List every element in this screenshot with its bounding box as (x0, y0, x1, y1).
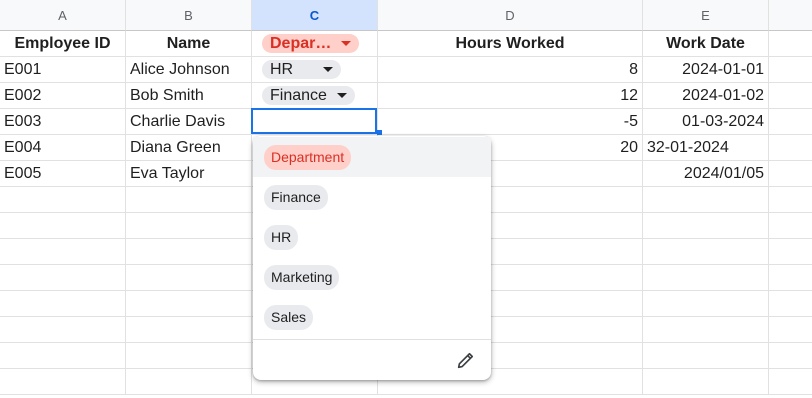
cell-empty[interactable] (769, 31, 812, 57)
active-cell-selection[interactable] (251, 108, 377, 134)
cell-work-date[interactable]: 2024-01-01 (643, 57, 769, 83)
spreadsheet-grid: A B C D E Employee ID Name Depar… Hours … (0, 0, 812, 398)
department-chip[interactable]: HR (262, 60, 342, 79)
cell-employee-id[interactable]: E003 (0, 109, 126, 135)
cell-empty[interactable] (769, 57, 812, 83)
cell-empty[interactable] (0, 213, 126, 239)
pencil-icon[interactable] (455, 349, 477, 371)
cell-empty[interactable] (126, 187, 252, 213)
cell-name[interactable]: Diana Green (126, 135, 252, 161)
cell-empty[interactable] (769, 291, 812, 317)
cell-empty[interactable] (769, 135, 812, 161)
cell-empty[interactable] (0, 369, 126, 395)
cell-empty[interactable] (769, 265, 812, 291)
cell-empty[interactable] (643, 291, 769, 317)
cell-empty[interactable] (643, 213, 769, 239)
department-header-chip[interactable]: Depar… (262, 34, 360, 53)
cell-department[interactable]: HR (252, 57, 378, 83)
cell-empty[interactable] (126, 213, 252, 239)
cell-department-header[interactable]: Depar… (252, 31, 378, 57)
cell-empty[interactable] (0, 317, 126, 343)
department-header-label: Depar… (270, 34, 332, 52)
cell-empty[interactable] (769, 187, 812, 213)
cell-empty[interactable] (643, 187, 769, 213)
dropdown-divider (253, 339, 491, 340)
dropdown-option-department[interactable]: Department (253, 137, 491, 177)
dropdown-option-label: Sales (264, 304, 314, 330)
cell-employee-id[interactable]: E004 (0, 135, 126, 161)
cell-empty[interactable] (643, 369, 769, 395)
cell-hours[interactable]: -5 (378, 109, 643, 135)
department-chip[interactable]: Finance (262, 86, 355, 105)
cell-hours-header[interactable]: Hours Worked (378, 31, 643, 57)
department-chip-label: HR (270, 60, 294, 78)
cell-empty[interactable] (126, 291, 252, 317)
cell-empty[interactable] (643, 317, 769, 343)
cell-work-date[interactable]: 32-01-2024 (643, 135, 769, 161)
cell-name[interactable]: Charlie Davis (126, 109, 252, 135)
column-header-f[interactable] (769, 0, 812, 31)
cell-work-date[interactable]: 01-03-2024 (643, 109, 769, 135)
cell-empty[interactable] (126, 239, 252, 265)
cell-empty[interactable] (0, 239, 126, 265)
dropdown-option-marketing[interactable]: Marketing (253, 257, 491, 297)
cell-empty[interactable] (126, 265, 252, 291)
cell-empty[interactable] (769, 161, 812, 187)
cell-empty[interactable] (643, 343, 769, 369)
cell-empty[interactable] (769, 239, 812, 265)
cell-hours[interactable]: 12 (378, 83, 643, 109)
cell-empty[interactable] (0, 343, 126, 369)
cell-name[interactable]: Eva Taylor (126, 161, 252, 187)
column-header-c[interactable]: C (252, 0, 378, 31)
cell-empty[interactable] (769, 343, 812, 369)
dropdown-option-hr[interactable]: HR (253, 217, 491, 257)
dropdown-option-label: Marketing (264, 264, 340, 290)
dropdown-option-sales[interactable]: Sales (253, 297, 491, 337)
cell-empty[interactable] (643, 265, 769, 291)
cell-hours[interactable]: 8 (378, 57, 643, 83)
cell-department[interactable]: Finance (252, 83, 378, 109)
cell-name[interactable]: Bob Smith (126, 83, 252, 109)
dropdown-option-finance[interactable]: Finance (253, 177, 491, 217)
cell-name[interactable]: Alice Johnson (126, 57, 252, 83)
column-header-e[interactable]: E (643, 0, 769, 31)
cell-empty[interactable] (769, 369, 812, 395)
cell-empty[interactable] (126, 369, 252, 395)
department-chip-label: Finance (270, 86, 327, 104)
cell-empty[interactable] (769, 213, 812, 239)
fill-handle[interactable] (377, 130, 382, 135)
cell-employee-id[interactable]: E001 (0, 57, 126, 83)
cell-empty[interactable] (0, 291, 126, 317)
cell-empty[interactable] (126, 343, 252, 369)
column-header-a[interactable]: A (0, 0, 126, 31)
chevron-down-icon[interactable] (341, 41, 352, 46)
cell-empty[interactable] (126, 317, 252, 343)
column-header-b[interactable]: B (126, 0, 252, 31)
cell-empty[interactable] (769, 109, 812, 135)
cell-employee-id[interactable]: E002 (0, 83, 126, 109)
dropdown-option-label: Finance (264, 184, 328, 210)
cell-empty[interactable] (0, 187, 126, 213)
cell-empty[interactable] (643, 239, 769, 265)
cell-empty[interactable] (769, 83, 812, 109)
chevron-down-icon[interactable] (323, 67, 334, 72)
dropdown-option-label: Department (264, 144, 352, 170)
cell-employee-id-header[interactable]: Employee ID (0, 31, 126, 57)
cell-name-header[interactable]: Name (126, 31, 252, 57)
dropdown-option-label: HR (264, 224, 299, 250)
cell-work-date[interactable]: 2024-01-02 (643, 83, 769, 109)
cell-employee-id[interactable]: E005 (0, 161, 126, 187)
chevron-down-icon[interactable] (336, 93, 347, 98)
cell-empty[interactable] (0, 265, 126, 291)
department-dropdown-menu: Department Finance HR Marketing Sales (253, 136, 491, 380)
cell-work-date-header[interactable]: Work Date (643, 31, 769, 57)
cell-work-date[interactable]: 2024/01/05 (643, 161, 769, 187)
column-header-d[interactable]: D (378, 0, 643, 31)
cell-empty[interactable] (769, 317, 812, 343)
